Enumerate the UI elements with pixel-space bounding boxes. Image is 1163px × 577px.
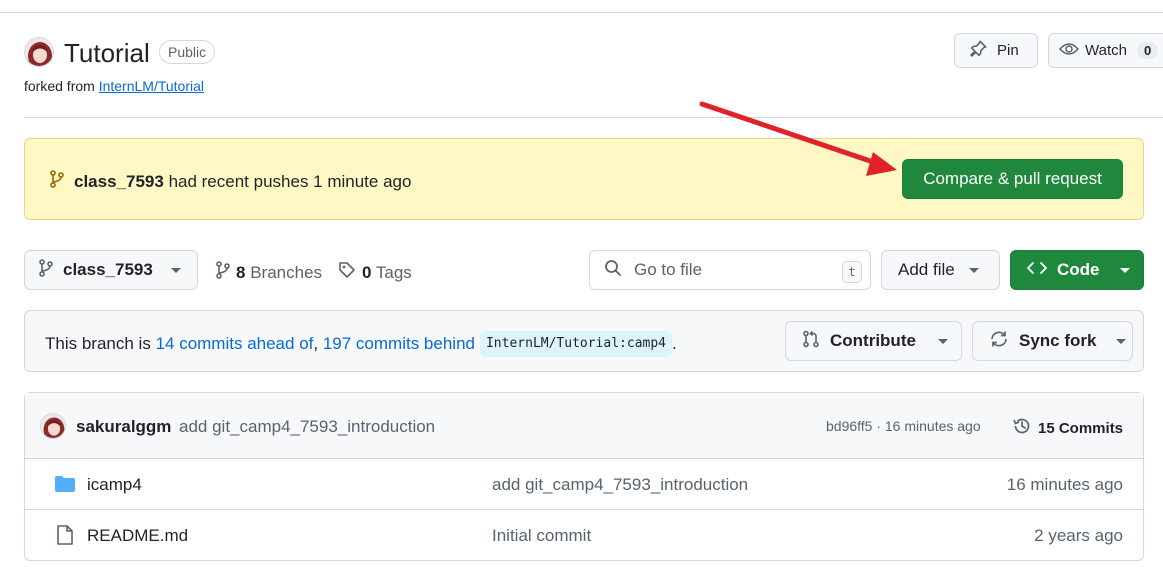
pin-icon: [969, 40, 987, 62]
code-label: Code: [1057, 260, 1100, 279]
folder-icon: [54, 475, 76, 498]
watch-button[interactable]: Watch 0: [1048, 33, 1163, 68]
watch-count: 0: [1136, 42, 1159, 59]
chevron-down-icon: [1119, 267, 1130, 273]
file-commit-date: 16 minutes ago: [1006, 475, 1123, 494]
forked-from-prefix: forked from: [24, 78, 95, 94]
branch-icon: [216, 261, 230, 284]
watch-label: Watch: [1085, 42, 1127, 59]
commits-ahead-link[interactable]: 14 commits ahead of: [156, 334, 314, 354]
pin-button[interactable]: Pin: [954, 33, 1038, 68]
current-branch-label: class_7593: [63, 260, 153, 279]
code-icon: [1027, 260, 1047, 281]
sync-fork-label: Sync fork: [1019, 331, 1097, 350]
branch-icon: [50, 170, 64, 193]
commit-sha-time[interactable]: bd96ff5 · 16 minutes ago: [826, 418, 981, 434]
chevron-down-icon: [968, 267, 979, 273]
push-time-text: had recent pushes 1 minute ago: [168, 171, 412, 191]
commits-behind-link[interactable]: 197 commits behind: [323, 334, 475, 354]
branch-status-suffix: .: [672, 334, 677, 353]
branch-icon: [39, 258, 53, 282]
chevron-down-icon: [1116, 338, 1127, 344]
contribute-label: Contribute: [830, 331, 916, 350]
branch-status-prefix: This branch is: [45, 334, 151, 353]
eye-icon: [1058, 41, 1080, 61]
tags-link[interactable]: 0 Tags: [338, 261, 412, 284]
annotation-arrow: [699, 101, 897, 176]
file-name[interactable]: icamp4: [87, 475, 142, 495]
commit-message[interactable]: add git_camp4_7593_introduction: [179, 417, 435, 437]
forked-from: forked from InternLM/Tutorial: [24, 77, 204, 95]
compare-pull-request-button[interactable]: Compare & pull request: [902, 159, 1123, 199]
sync-fork-button[interactable]: Sync fork: [972, 321, 1133, 361]
file-commit-message[interactable]: add git_camp4_7593_introduction: [492, 475, 748, 495]
branches-count: 8: [236, 262, 246, 282]
go-to-file-placeholder: Go to file: [634, 260, 703, 279]
add-file-label: Add file: [898, 260, 955, 279]
branch-status-text: This branch is 14 commits ahead of, 197 …: [45, 331, 677, 357]
file-name[interactable]: README.md: [87, 526, 188, 546]
top-border: [0, 12, 1163, 13]
avatar[interactable]: [40, 413, 66, 439]
add-file-button[interactable]: Add file: [881, 250, 1000, 290]
upstream-ref[interactable]: InternLM/Tutorial:camp4: [479, 331, 672, 357]
pin-label: Pin: [997, 42, 1019, 59]
file-commit-message[interactable]: Initial commit: [492, 526, 591, 546]
commits-history-link[interactable]: 15 Commits: [1012, 416, 1123, 440]
tags-count: 0: [362, 262, 372, 282]
branches-link[interactable]: 8 Branches: [216, 261, 322, 284]
code-button[interactable]: Code: [1010, 250, 1144, 290]
branch-selector[interactable]: class_7593: [24, 250, 198, 290]
file-commit-date: 2 years ago: [1034, 526, 1123, 545]
recent-push-message: class_7593 had recent pushes 1 minute ag…: [50, 170, 411, 193]
forked-from-link[interactable]: InternLM/Tutorial: [99, 78, 204, 94]
history-icon: [1012, 416, 1032, 440]
pull-request-icon: [802, 330, 820, 353]
pushed-branch-name[interactable]: class_7593: [74, 172, 164, 191]
branch-status-separator: ,: [313, 334, 319, 353]
search-icon: [604, 259, 622, 282]
chevron-down-icon: [170, 267, 181, 273]
visibility-badge: Public: [159, 40, 216, 64]
go-to-file-input[interactable]: Go to file t: [589, 250, 871, 290]
commits-count-label: 15 Commits: [1038, 419, 1124, 437]
file-icon: [56, 525, 74, 550]
chevron-down-icon: [937, 338, 948, 344]
branches-label: Branches: [250, 262, 323, 282]
header-divider: [24, 117, 1163, 118]
commit-author[interactable]: sakuralggm: [76, 417, 171, 437]
repo-name[interactable]: Tutorial: [64, 38, 150, 68]
sync-icon: [989, 330, 1009, 353]
keyboard-shortcut-hint: t: [842, 261, 862, 283]
tags-label: Tags: [375, 262, 412, 282]
owner-avatar[interactable]: [24, 37, 54, 67]
contribute-button[interactable]: Contribute: [785, 321, 962, 361]
tag-icon: [338, 261, 356, 284]
